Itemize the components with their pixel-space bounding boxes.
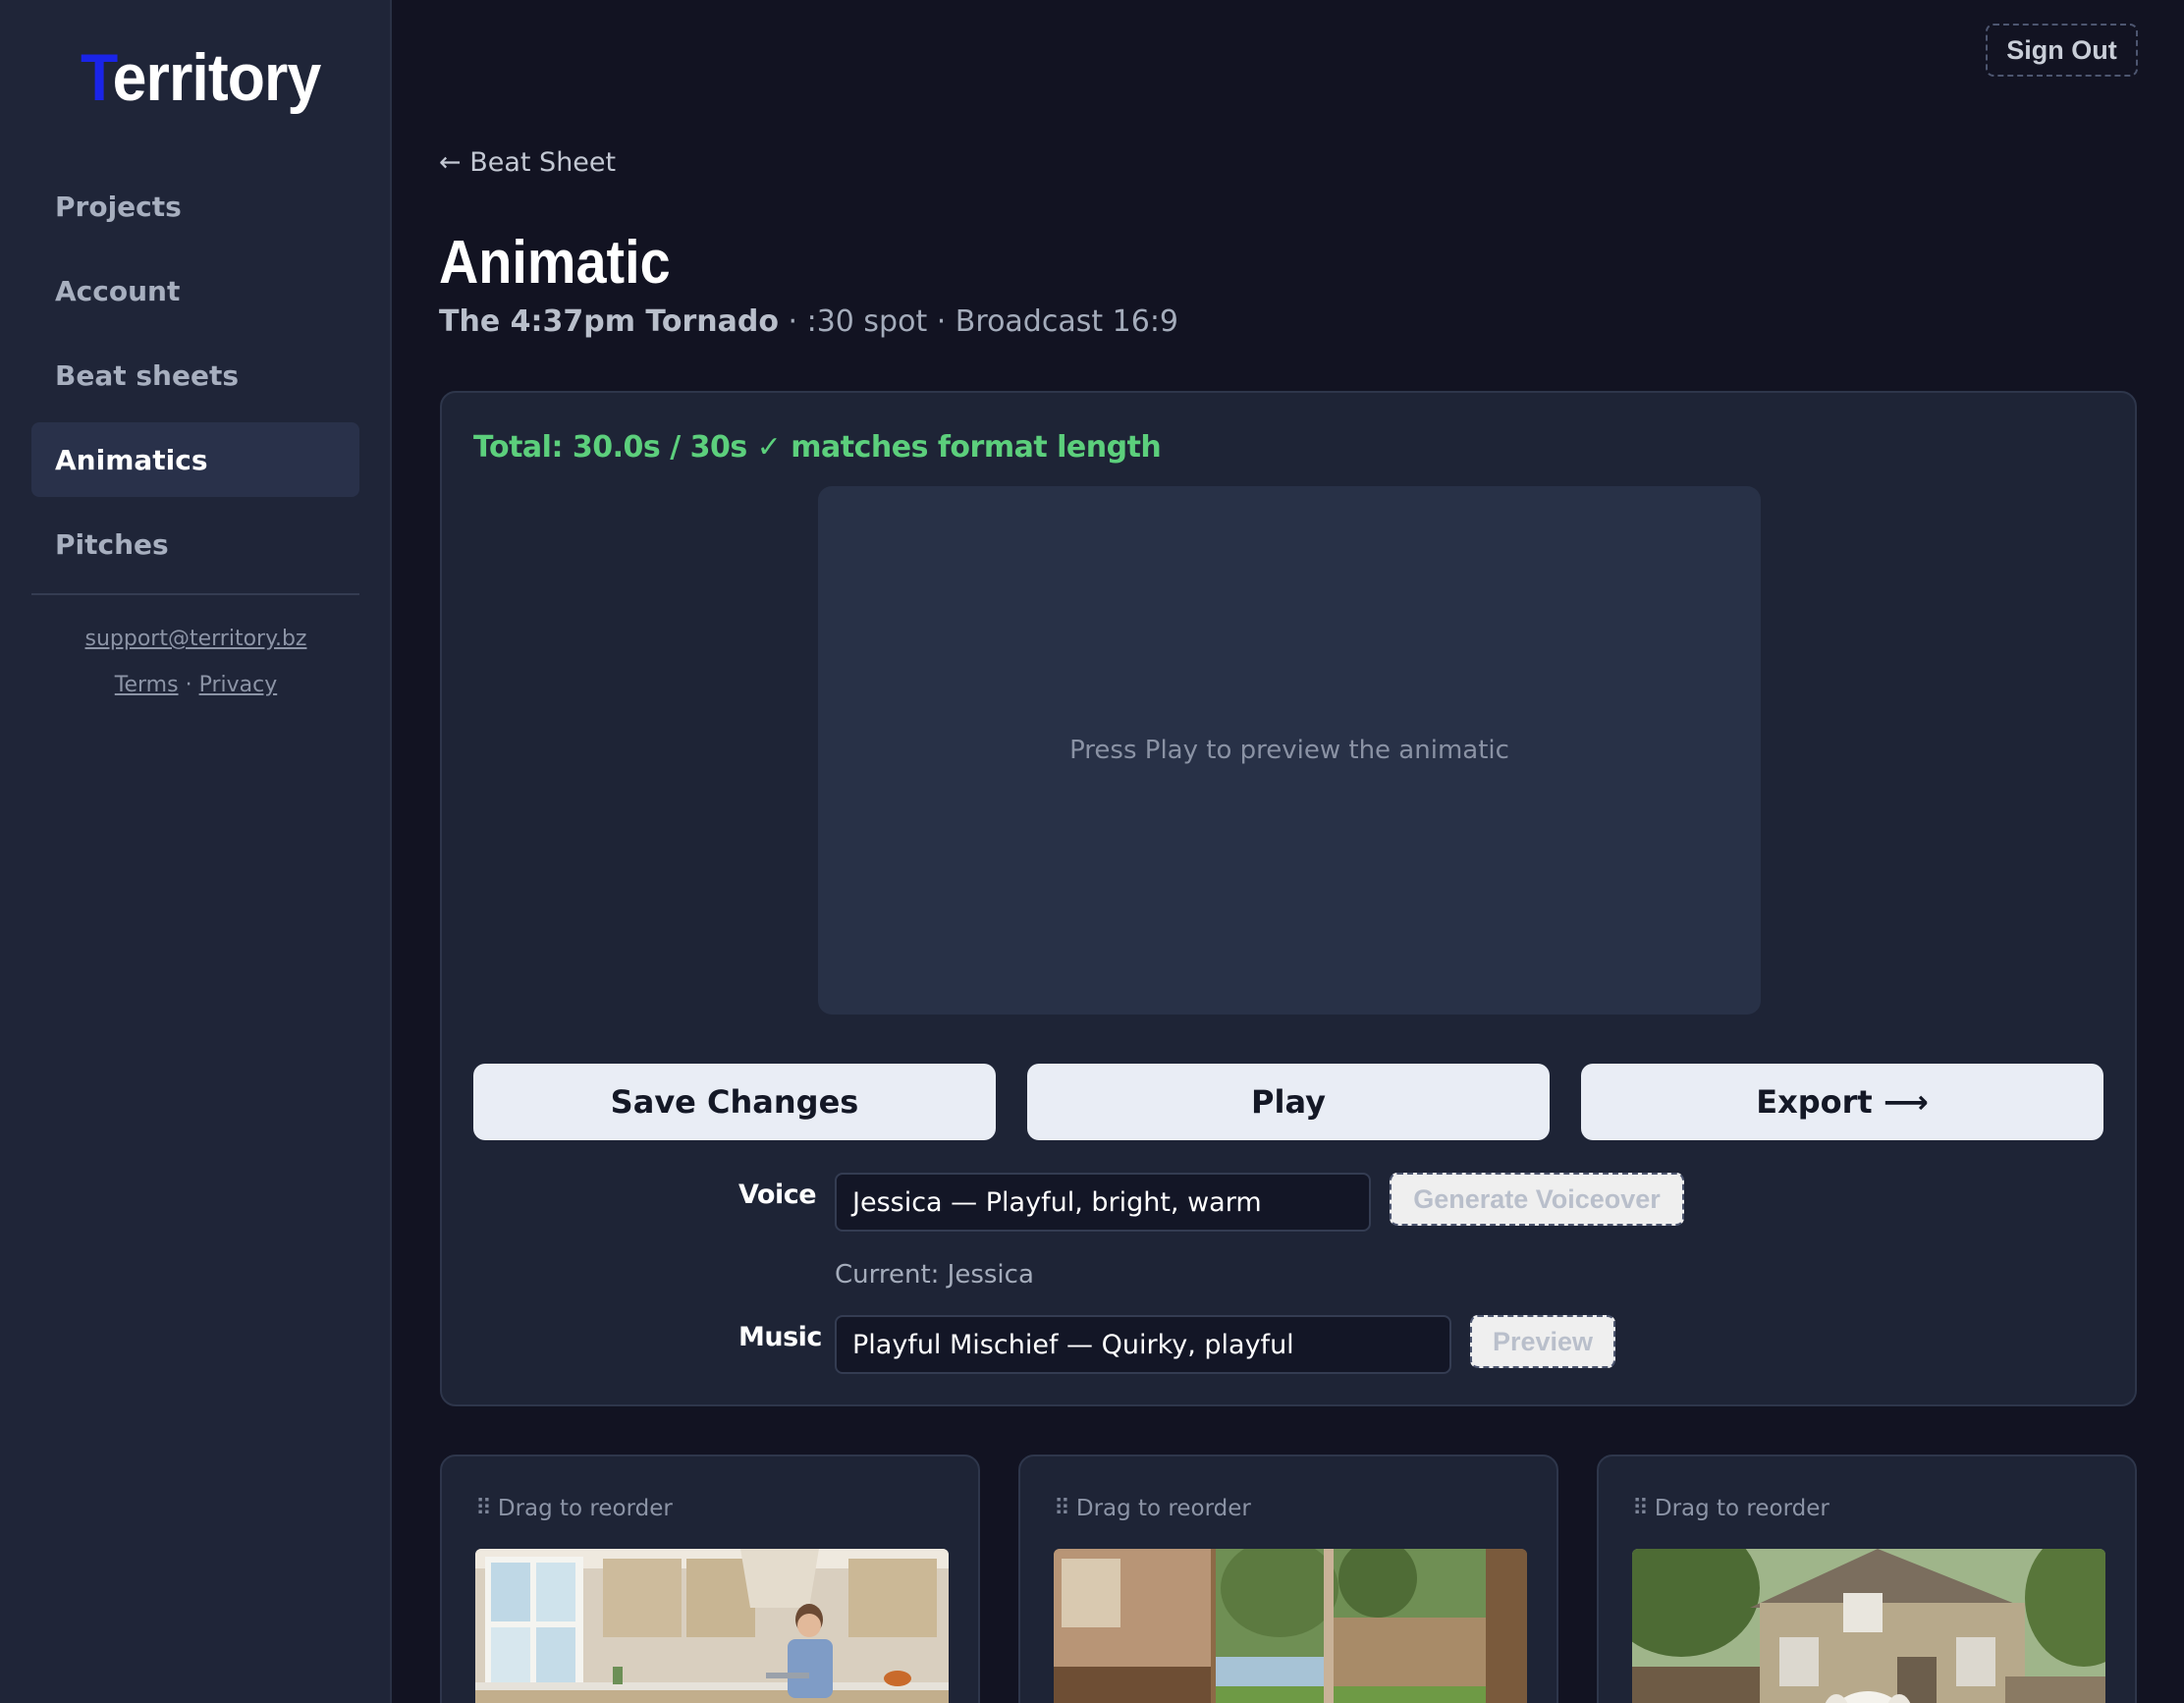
sidebar-item-beat-sheets[interactable]: Beat sheets	[31, 338, 359, 412]
page-subtitle: The 4:37pm Tornado · :30 spot · Broadcas…	[439, 304, 1178, 339]
drag-grip-icon: ⠿	[1632, 1496, 1649, 1521]
scene-thumbnail-patio[interactable]	[1054, 1549, 1527, 1703]
sidebar: Territory Projects Account Beat sheets A…	[0, 0, 392, 1703]
export-button[interactable]: Export ⟶	[1581, 1064, 2103, 1140]
logo[interactable]: Territory	[81, 39, 322, 116]
music-preview-button[interactable]: Preview	[1470, 1315, 1615, 1368]
play-button[interactable]: Play	[1027, 1064, 1550, 1140]
sign-out-button[interactable]: Sign Out	[1986, 24, 2138, 77]
terms-link[interactable]: Terms	[115, 673, 179, 697]
music-select[interactable]: Playful Mischief — Quirky, playful	[835, 1315, 1451, 1374]
support-link-row: support@territory.bz	[0, 627, 392, 651]
drag-handle[interactable]: ⠿ Drag to reorder	[475, 1496, 673, 1521]
logo-text: erritory	[112, 40, 322, 115]
drag-handle[interactable]: ⠿ Drag to reorder	[1054, 1496, 1251, 1521]
page-title: Animatic	[439, 229, 671, 297]
sidebar-divider	[31, 593, 359, 595]
drag-hint: Drag to reorder	[1654, 1496, 1829, 1521]
scene-card[interactable]: ⠿ Drag to reorder	[1018, 1455, 1558, 1703]
support-email-link[interactable]: support@territory.bz	[85, 627, 307, 651]
sidebar-item-pitches[interactable]: Pitches	[31, 507, 359, 581]
drag-handle[interactable]: ⠿ Drag to reorder	[1632, 1496, 1829, 1521]
scene-card[interactable]: ⠿ Drag to reorder	[440, 1455, 980, 1703]
animatic-preview-area[interactable]: Press Play to preview the animatic	[818, 486, 1761, 1015]
privacy-link[interactable]: Privacy	[199, 673, 278, 697]
logo-initial: T	[81, 40, 114, 115]
legal-separator: ·	[185, 673, 192, 697]
drag-hint: Drag to reorder	[497, 1496, 673, 1521]
scene-card[interactable]: ⠿ Drag to reorder	[1597, 1455, 2137, 1703]
kitchen-image	[475, 1549, 949, 1703]
back-to-beat-sheet-link[interactable]: ← Beat Sheet	[439, 147, 616, 178]
patio-puppy-image	[1054, 1549, 1527, 1703]
preview-hint: Press Play to preview the animatic	[1069, 736, 1509, 765]
house-puppy-image	[1632, 1549, 2105, 1703]
legal-links: Terms · Privacy	[0, 673, 392, 697]
drag-hint: Drag to reorder	[1075, 1496, 1251, 1521]
voice-select[interactable]: Jessica — Playful, bright, warm	[835, 1173, 1371, 1232]
total-duration-status: Total: 30.0s / 30s ✓ matches format leng…	[473, 430, 1162, 465]
drag-grip-icon: ⠿	[1054, 1496, 1070, 1521]
save-changes-button[interactable]: Save Changes	[473, 1064, 996, 1140]
current-voice-text: Current: Jessica	[835, 1260, 1034, 1290]
sidebar-item-animatics[interactable]: Animatics	[31, 422, 359, 497]
project-name: The 4:37pm Tornado	[439, 304, 779, 339]
scene-thumbnail-house[interactable]	[1632, 1549, 2105, 1703]
sidebar-item-account[interactable]: Account	[31, 253, 359, 328]
project-meta: · :30 spot · Broadcast 16:9	[778, 304, 1179, 339]
music-label: Music	[738, 1322, 822, 1352]
sidebar-item-projects[interactable]: Projects	[31, 169, 359, 244]
scene-thumbnail-kitchen[interactable]	[475, 1549, 949, 1703]
drag-grip-icon: ⠿	[475, 1496, 492, 1521]
voice-label: Voice	[738, 1180, 817, 1210]
sidebar-nav: Projects Account Beat sheets Animatics P…	[31, 169, 359, 591]
generate-voiceover-button[interactable]: Generate Voiceover	[1390, 1173, 1684, 1226]
